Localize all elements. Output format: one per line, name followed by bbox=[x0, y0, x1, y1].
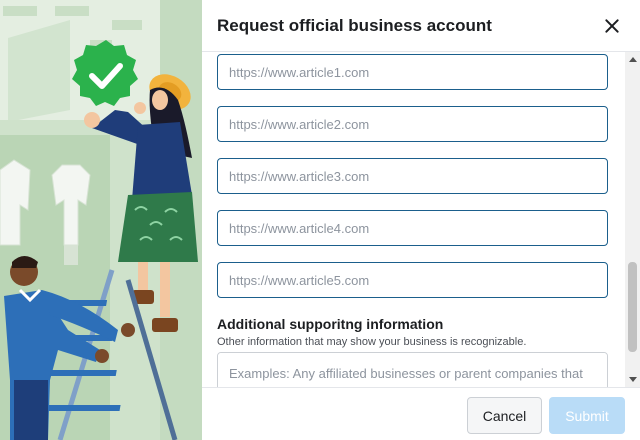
scroll-thumb[interactable] bbox=[628, 262, 637, 352]
scroll-down-icon[interactable] bbox=[629, 377, 637, 382]
cancel-button[interactable]: Cancel bbox=[467, 397, 542, 434]
additional-info-textarea[interactable] bbox=[217, 352, 608, 387]
additional-info-description: Other information that may show your bus… bbox=[217, 336, 527, 348]
verification-illustration bbox=[0, 0, 202, 440]
submit-button[interactable]: Submit bbox=[549, 397, 625, 434]
request-dialog: Request official business account Additi… bbox=[202, 0, 640, 440]
dialog-header: Request official business account bbox=[202, 0, 640, 52]
article-url-input-3[interactable] bbox=[217, 158, 608, 194]
additional-info-heading: Additional supporitng information bbox=[217, 316, 444, 332]
dialog-footer: Cancel Submit bbox=[202, 387, 640, 440]
scroll-up-icon[interactable] bbox=[629, 57, 637, 62]
dialog-scrollbar[interactable] bbox=[625, 52, 640, 387]
article-url-input-5[interactable] bbox=[217, 262, 608, 298]
illustration-panel bbox=[0, 0, 202, 440]
dialog-title: Request official business account bbox=[217, 16, 492, 35]
dialog-body: Additional supporitng information Other … bbox=[202, 52, 640, 387]
article-url-input-4[interactable] bbox=[217, 210, 608, 246]
article-url-input-2[interactable] bbox=[217, 106, 608, 142]
close-icon[interactable] bbox=[600, 14, 624, 38]
article-url-input-1[interactable] bbox=[217, 54, 608, 90]
